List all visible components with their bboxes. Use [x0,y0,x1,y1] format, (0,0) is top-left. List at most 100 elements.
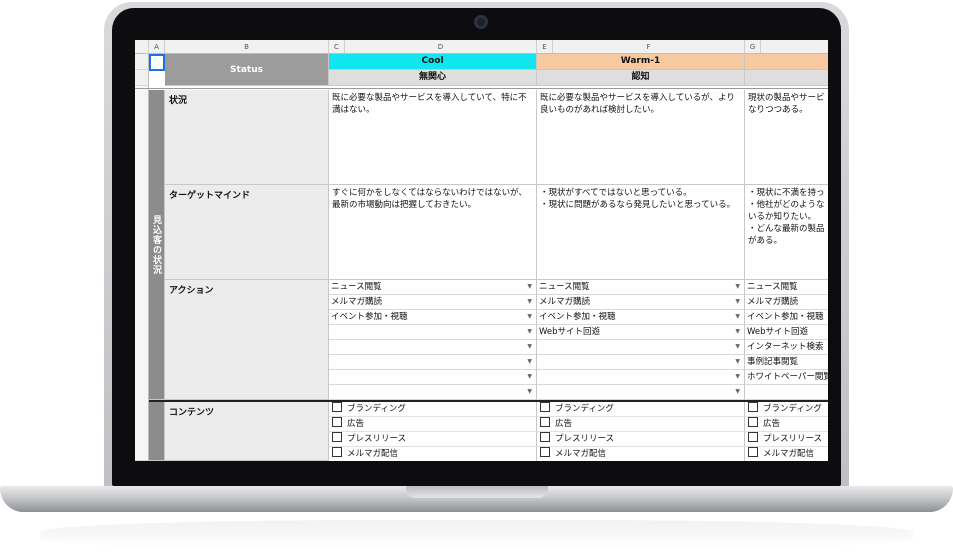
content-checkbox-item[interactable]: プレスリリース [745,432,828,447]
column-header-b[interactable]: B [165,40,329,54]
checkbox-icon[interactable] [540,402,550,412]
content-checkbox-item[interactable]: プレスリリース [329,432,537,447]
action-dropdown-value: Webサイト回遊 [747,327,809,337]
stage-warm1-title: Warm-1 [537,54,745,70]
stage-next-subtitle [745,70,828,86]
content-checkbox-item[interactable]: メルマガ配信 [537,447,745,461]
action-dropdown-value: メルマガ購読 [331,297,383,307]
dropdown-arrow-icon[interactable]: ▼ [527,310,532,324]
row-header[interactable] [135,70,149,86]
column-header-a[interactable]: A [149,40,165,54]
action-dropdown[interactable]: イベント参加・視聴 ▼ [329,310,537,325]
checkbox-icon[interactable] [332,402,342,412]
column-header-f[interactable]: F [553,40,745,54]
status-cell-warm1[interactable]: 既に必要な製品やサービスを導入しているが、より良いものがあれば検討したい。 [537,90,745,185]
dropdown-arrow-icon[interactable]: ▼ [527,355,532,369]
column-header-d[interactable]: D [345,40,537,54]
checkbox-label: メルマガ配信 [347,449,399,459]
action-dropdown[interactable]: メルマガ購読 ▼ [537,295,745,310]
action-dropdown[interactable]: ▼ [537,370,745,385]
action-dropdown[interactable]: 事例記事閲覧 [745,355,828,370]
row-header[interactable] [135,54,149,70]
action-dropdown[interactable]: ▼ [537,385,745,400]
dropdown-arrow-icon[interactable]: ▼ [527,325,532,339]
dropdown-arrow-icon[interactable]: ▼ [735,385,740,399]
content-checkbox-item[interactable]: 広告 [745,417,828,432]
row-label-action: アクション [165,280,329,400]
checkbox-icon[interactable] [540,417,550,427]
checkbox-icon[interactable] [540,447,550,457]
action-dropdown[interactable]: ホワイトペーパー閲覧 [745,370,828,385]
dropdown-arrow-icon[interactable]: ▼ [735,340,740,354]
dropdown-arrow-icon[interactable]: ▼ [527,295,532,309]
checkbox-icon[interactable] [748,447,758,457]
action-dropdown[interactable]: メルマガ購読 ▼ [329,295,537,310]
mind-cell-cool[interactable]: すぐに何かをしなくてはならないわけではないが、最新の市場動向は把握しておきたい。 [329,185,537,280]
group-label: 見込客の状況 [149,90,165,400]
content-checkbox-item[interactable]: 広告 [537,417,745,432]
dropdown-arrow-icon[interactable]: ▼ [735,310,740,324]
content-checkbox-item[interactable]: ブランディング [537,402,745,417]
checkbox-icon[interactable] [748,417,758,427]
checkbox-label: メルマガ配信 [763,449,815,459]
status-cell-next[interactable]: 現状の製品やサービ なりつつある。 [745,90,828,185]
action-dropdown[interactable]: ▼ [537,355,745,370]
corner-select-all[interactable] [135,40,149,54]
checkbox-icon[interactable] [332,447,342,457]
dropdown-arrow-icon[interactable]: ▼ [735,370,740,384]
checkbox-icon[interactable] [332,432,342,442]
column-header-g[interactable]: G [745,40,761,54]
action-dropdown[interactable]: インターネット検索 [745,340,828,355]
action-dropdown[interactable]: ▼ [537,340,745,355]
dropdown-arrow-icon[interactable]: ▼ [735,325,740,339]
action-dropdown-value: イベント参加・視聴 [539,312,616,322]
action-dropdown[interactable]: ニュース閲覧 ▼ [537,280,745,295]
dropdown-arrow-icon[interactable]: ▼ [527,385,532,399]
dropdown-arrow-icon[interactable]: ▼ [735,280,740,294]
checkbox-label: プレスリリース [555,434,615,444]
dropdown-arrow-icon[interactable]: ▼ [735,295,740,309]
action-dropdown[interactable]: ▼ [329,355,537,370]
checkbox-icon[interactable] [332,417,342,427]
action-dropdown[interactable]: イベント参加・視聴 ▼ [537,310,745,325]
column-header-e[interactable]: E [537,40,553,54]
checkbox-icon[interactable] [748,432,758,442]
action-dropdown[interactable]: ニュース閲覧 ▼ [329,280,537,295]
action-dropdown[interactable]: ニュース閲覧 [745,280,828,295]
action-dropdown[interactable]: メルマガ購読 [745,295,828,310]
mind-cell-next[interactable]: ・現状に不満を持っ ・他社がどのような いるか知りたい。 ・どんな最新の製品 が… [745,185,828,280]
dropdown-arrow-icon[interactable]: ▼ [527,280,532,294]
dropdown-arrow-icon[interactable]: ▼ [527,370,532,384]
dropdown-arrow-icon[interactable]: ▼ [735,355,740,369]
group-label-text: 見込客の状況 [151,214,161,275]
content-checkbox-item[interactable]: メルマガ配信 [745,447,828,461]
column-header-c[interactable]: C [329,40,345,54]
content-checkbox-item[interactable]: ブランディング [745,402,828,417]
action-dropdown-value: ホワイトペーパー閲覧 [747,372,828,382]
checkbox-label: ブランディング [763,404,822,414]
checkbox-icon[interactable] [540,432,550,442]
column-header-h[interactable] [761,40,828,54]
action-dropdown[interactable]: ▼ [329,370,537,385]
stage-cool-title: Cool [329,54,537,70]
action-dropdown[interactable]: イベント参加・視聴 [745,310,828,325]
action-dropdown-value: ニュース閲覧 [747,282,798,292]
action-dropdown[interactable]: Webサイト回遊 ▼ [537,325,745,340]
action-dropdown[interactable] [745,385,828,400]
content-checkbox-item[interactable]: プレスリリース [537,432,745,447]
row-header[interactable] [135,86,149,461]
action-dropdown[interactable]: ▼ [329,325,537,340]
selected-cell[interactable] [149,54,165,71]
action-dropdown[interactable]: Webサイト回遊 [745,325,828,340]
status-cell-cool[interactable]: 既に必要な製品やサービスを導入していて、特に不満はない。 [329,90,537,185]
action-dropdown[interactable]: ▼ [329,385,537,400]
action-dropdown[interactable]: ▼ [329,340,537,355]
content-checkbox-item[interactable]: 広告 [329,417,537,432]
content-checkbox-item[interactable]: メルマガ配信 [329,447,537,461]
laptop-reflection [40,520,913,550]
group-label-lower [149,402,165,461]
mind-cell-warm1[interactable]: ・現状がすべてではないと思っている。 ・現状に問題があるなら発見したいと思ってい… [537,185,745,280]
checkbox-icon[interactable] [748,402,758,412]
content-checkbox-item[interactable]: ブランディング [329,402,537,417]
dropdown-arrow-icon[interactable]: ▼ [527,340,532,354]
